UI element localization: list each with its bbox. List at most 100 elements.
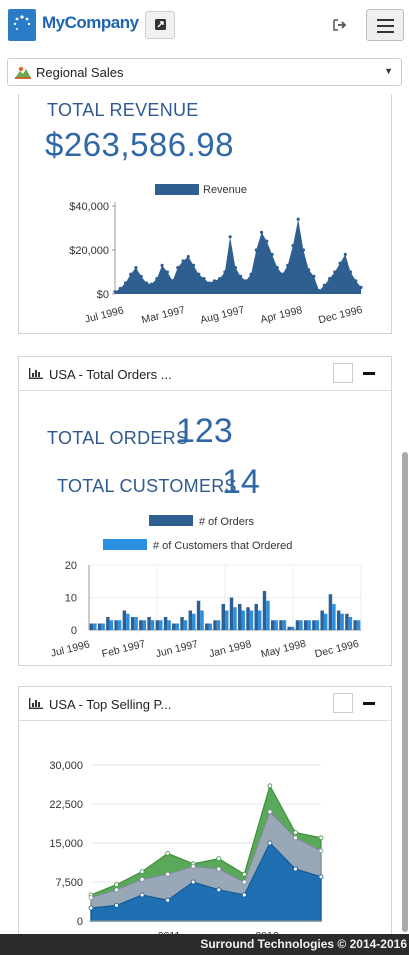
external-link-button[interactable]	[145, 11, 175, 39]
orders-bar	[279, 620, 283, 630]
y-tick-label: 0	[77, 916, 83, 928]
y-tick-label: 7,500	[55, 877, 83, 889]
customers-bar	[290, 626, 295, 630]
revenue-point	[186, 255, 190, 259]
revenue-point	[338, 261, 342, 265]
series-point	[190, 879, 196, 885]
series-point	[88, 895, 94, 901]
minimize-icon[interactable]	[363, 702, 375, 705]
top-selling-panel: USA - Top Selling P... 0 7,500 15,000 22,50…	[18, 686, 392, 936]
revenue-chart: Revenue $0 $20,000 $40,000 Jul 1996 Mar 1997 A…	[69, 184, 364, 326]
series-point	[241, 871, 247, 877]
revenue-point	[348, 270, 353, 274]
x-tick-label: Feb 1997	[101, 638, 147, 660]
series-point	[165, 851, 171, 856]
orders-bar	[270, 620, 275, 630]
total-orders-value: 123	[176, 412, 233, 450]
brand-name[interactable]: MyCompany	[42, 13, 139, 33]
panel-header: USA - Top Selling P...	[19, 687, 391, 721]
top-selling-chart: 07,50015,00022,50030,00020112012	[49, 760, 324, 935]
orders-bar	[155, 620, 160, 630]
orders-bar	[221, 604, 225, 630]
total-customers-label: TOTAL CUSTOMERS	[57, 476, 237, 496]
customers-bar	[159, 620, 163, 630]
revenue-point	[322, 283, 326, 287]
customers-bar	[208, 623, 212, 630]
customers-bar	[307, 620, 311, 630]
customers-bar	[249, 610, 254, 630]
customers-bar	[101, 623, 105, 630]
orders-bar	[246, 607, 250, 630]
dashboard-select[interactable]: Regional Sales ▼	[7, 58, 402, 86]
legend-label: # of Customers that Ordered	[153, 540, 292, 552]
customers-bar	[117, 620, 122, 630]
series-point	[241, 892, 247, 898]
sign-out-icon[interactable]	[332, 18, 348, 37]
series-point	[216, 856, 222, 862]
orders-bar	[345, 613, 349, 630]
series-point	[190, 863, 196, 869]
series-point	[318, 835, 324, 841]
orders-bar	[163, 617, 168, 630]
series-point	[267, 840, 273, 846]
customers-bar	[109, 620, 114, 630]
revenue-point	[275, 266, 279, 270]
y-tick-label: $40,000	[69, 201, 109, 213]
customers-bar	[233, 607, 237, 630]
revenue-point	[244, 279, 248, 283]
panel-select-checkbox[interactable]	[333, 693, 353, 713]
customers-bar	[274, 620, 278, 630]
revenue-point	[233, 266, 237, 270]
footer-copyright: Surround Technologies © 2014-2016	[200, 937, 407, 951]
minimize-icon[interactable]	[363, 372, 375, 375]
chevron-down-icon: ▼	[384, 66, 393, 76]
customers-bar	[134, 617, 138, 630]
orders-bar	[295, 620, 300, 630]
customers-bar	[323, 613, 328, 630]
orders-bar	[122, 610, 127, 630]
revenue-point	[165, 270, 169, 274]
x-tick-label: Apr 1998	[259, 304, 303, 326]
revenue-point	[155, 277, 159, 281]
orders-bar	[97, 623, 102, 630]
orders-bar	[89, 623, 94, 630]
customers-bar	[225, 610, 229, 630]
revenue-point	[207, 281, 211, 285]
orders-bar	[336, 610, 341, 630]
revenue-point	[197, 272, 201, 276]
scrollbar[interactable]	[402, 452, 408, 932]
customers-bar	[175, 623, 180, 630]
series-point	[216, 887, 222, 893]
total-customers-value: 14	[222, 463, 260, 501]
panel-select-checkbox[interactable]	[333, 363, 353, 383]
orders-bar	[312, 620, 316, 630]
orders-bar	[130, 617, 135, 630]
orders-bar	[147, 617, 151, 630]
legend-swatch	[149, 515, 193, 526]
series-point	[267, 783, 273, 789]
series-point	[139, 892, 145, 898]
revenue-point	[259, 230, 264, 234]
y-tick-label: 15,000	[49, 838, 83, 850]
revenue-point	[270, 252, 274, 256]
bar-chart-icon	[29, 698, 43, 709]
panel-header: USA - Total Orders ...	[19, 357, 391, 391]
menu-button[interactable]	[366, 9, 404, 41]
series-point	[165, 897, 171, 903]
customers-bar	[299, 620, 303, 630]
revenue-point	[291, 244, 295, 248]
revenue-panel: TOTAL REVENUE $263,586.98 Revenue $0 $20,0…	[18, 94, 392, 334]
revenue-point	[129, 272, 133, 276]
revenue-point	[239, 274, 243, 278]
total-revenue-label: TOTAL REVENUE	[47, 100, 199, 120]
legend-swatch	[103, 539, 147, 550]
revenue-point	[181, 259, 185, 263]
panel-title: USA - Top Selling P...	[49, 697, 172, 712]
x-tick-label: Dec 1996	[314, 638, 361, 661]
orders-bar	[328, 594, 333, 630]
customers-bar	[356, 620, 361, 630]
revenue-point	[317, 289, 321, 293]
y-tick-label: $0	[97, 289, 109, 301]
company-logo-icon[interactable]	[8, 9, 36, 41]
customers-bar	[126, 613, 130, 630]
